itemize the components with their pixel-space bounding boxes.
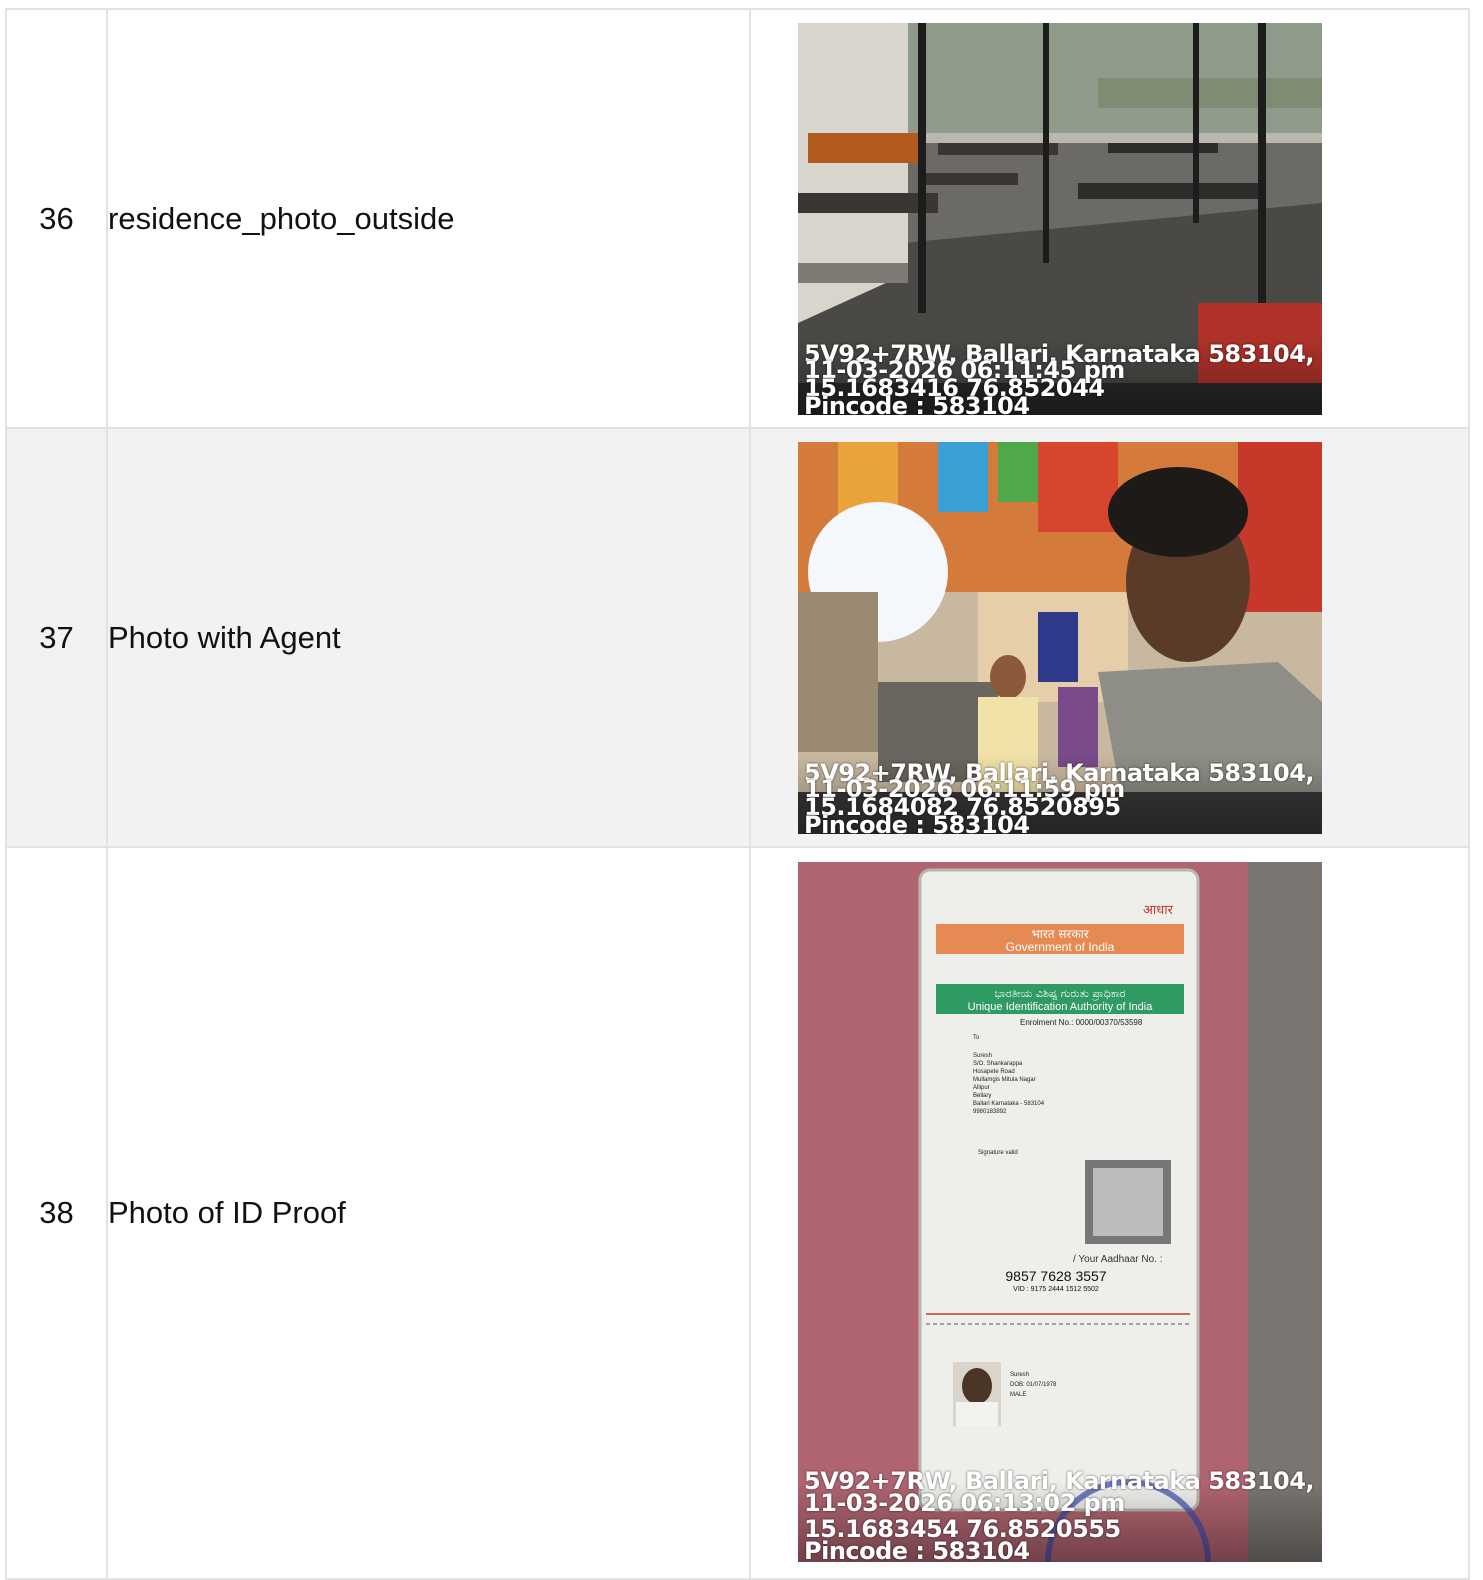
card-aadhaar-brand: आधार (1143, 903, 1174, 918)
card-govt: Government of India (1006, 940, 1115, 954)
id-proof-photo[interactable]: भारत सरकार Government of India ಭಾರತೀಯ ವಿ… (798, 862, 1322, 1562)
row-label: residence_photo_outside (106, 8, 751, 429)
card-address-line: Ballari Karnataka - 583104 (973, 1101, 1045, 1107)
geo-stamp: 5V92+7RW, Ballari, Karnataka 583104, Ind… (804, 1469, 1322, 1562)
row-number: 38 (5, 846, 108, 1580)
stamp-pincode: Pincode : 583104 (804, 1537, 1030, 1562)
card-hindi-govt: भारत सरकार (1031, 927, 1089, 941)
card-address-line: 9980183892 (973, 1109, 1007, 1115)
card-aadhaar-number: 9857 7628 3557 (1005, 1268, 1106, 1284)
card-address-line: S/O. Shankarappa (973, 1061, 1023, 1067)
card-signature: Signature valid (978, 1150, 1018, 1156)
card-your-aadhaar: / Your Aadhaar No. : (1073, 1254, 1163, 1265)
row-number: 37 (5, 427, 108, 848)
geo-stamp: 5V92+7RW, Ballari, Karnataka 583104, In … (804, 342, 1322, 415)
row-label: Photo with Agent (106, 427, 751, 848)
row-number: 36 (5, 8, 108, 429)
card-address-line: Bellary (973, 1093, 991, 1099)
photo-cell: 5V92+7RW, Ballari, Karnataka 583104, In … (749, 8, 1470, 429)
agent-photo[interactable]: 5V92+7RW, Ballari, Karnataka 583104, In … (798, 441, 1322, 834)
card-address-line: Suresh (973, 1053, 992, 1059)
card-dob: DOB: 01/07/1978 (1010, 1382, 1057, 1388)
card-address-line: Hosapete Road (973, 1069, 1015, 1075)
card-vid: VID : 9175 2444 1512 5502 (1013, 1286, 1099, 1293)
card-address-line: Allipur (973, 1085, 990, 1091)
card-uidai: Unique Identification Authority of India (968, 1001, 1154, 1013)
card-address-line: Mullamgis Mitula Nagar (973, 1077, 1036, 1083)
card-uidai-local: ಭಾರತೀಯ ವಿಶಿಷ್ಟ ಗುರುತು ಪ್ರಾಧಿಕಾರ (994, 987, 1125, 1000)
card-address-line: To (973, 1035, 980, 1041)
photo-cell: भारत सरकार Government of India ಭಾರತೀಯ ವಿ… (749, 846, 1470, 1580)
aadhaar-card-image: भारत सरकार Government of India ಭಾರತೀಯ ವಿ… (798, 862, 1322, 1562)
row-label: Photo of ID Proof (106, 846, 751, 1580)
table-row: 36 residence_photo_outside 5V92+7RW, Bal… (5, 8, 1470, 429)
table-row: 38 Photo of ID Proof भारत सरकार Governme… (5, 846, 1470, 1580)
residence-photo[interactable]: 5V92+7RW, Ballari, Karnataka 583104, In … (798, 22, 1322, 415)
table-row: 37 Photo with Agent 5V92+7RW, Ballari, K… (5, 427, 1470, 848)
card-enrolment: Enrolment No.: 0000/00370/53598 (1020, 1018, 1143, 1027)
id-proof-table: 36 residence_photo_outside 5V92+7RW, Bal… (5, 8, 1470, 1580)
geo-stamp: 5V92+7RW, Ballari, Karnataka 583104, In … (804, 761, 1322, 834)
card-name: Suresh (1010, 1372, 1029, 1378)
photo-cell: 5V92+7RW, Ballari, Karnataka 583104, In … (749, 427, 1470, 848)
card-gender: MALE (1010, 1392, 1026, 1398)
